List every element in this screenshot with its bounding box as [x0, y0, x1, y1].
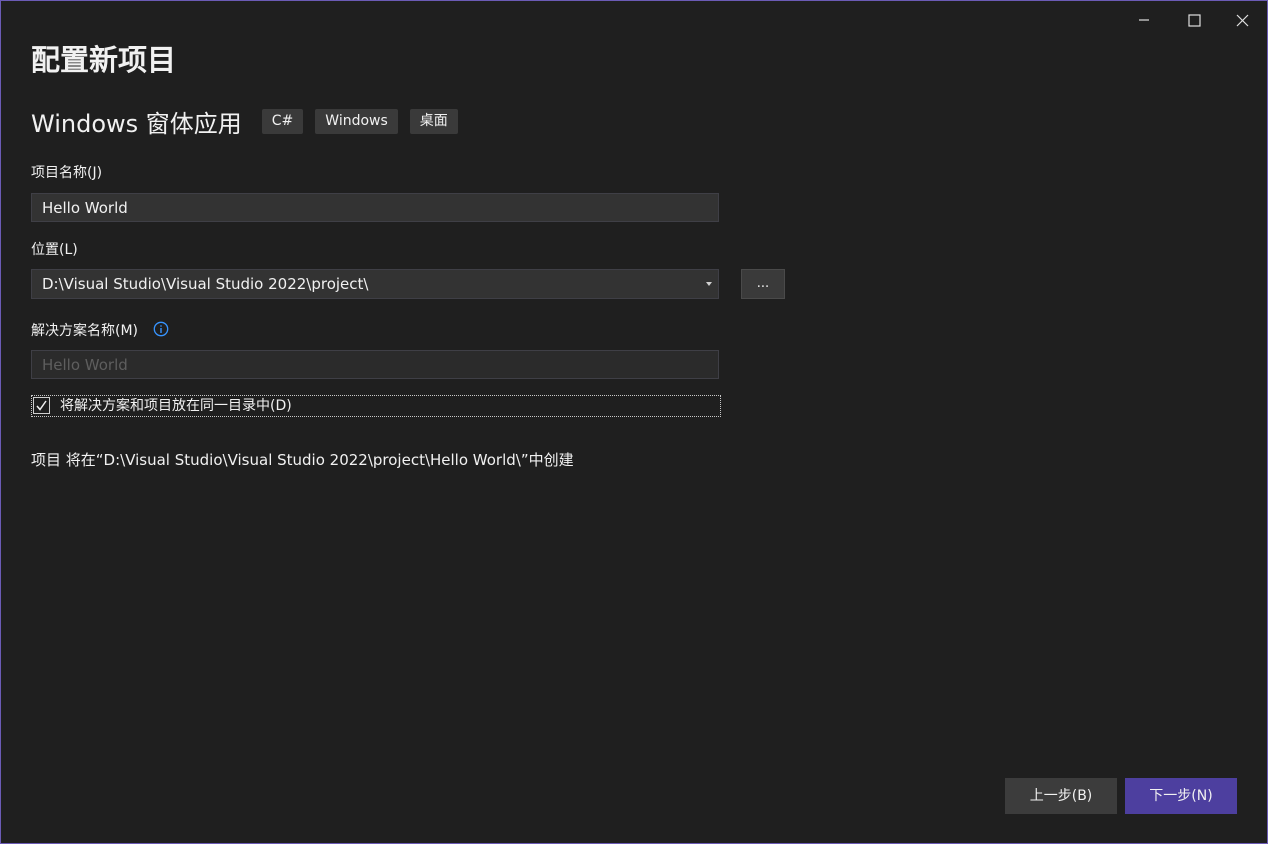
location-label: 位置(L) — [31, 242, 78, 258]
location-value: D:\Visual Studio\Visual Studio 2022\proj… — [42, 275, 369, 293]
checkmark-icon — [36, 400, 47, 411]
creation-path-summary: 项目 将在“D:\Visual Studio\Visual Studio 202… — [31, 451, 574, 469]
back-button[interactable]: 上一步(B) — [1005, 778, 1117, 814]
tag-language: C# — [261, 108, 304, 134]
info-icon[interactable] — [153, 321, 169, 337]
tag-platform: Windows — [315, 108, 398, 134]
project-name-input[interactable] — [31, 193, 719, 222]
maximize-button[interactable] — [1169, 1, 1219, 39]
maximize-icon — [1187, 13, 1201, 27]
next-button[interactable]: 下一步(N) — [1125, 778, 1237, 814]
browse-button[interactable]: ... — [741, 269, 785, 299]
minimize-button[interactable] — [1119, 1, 1169, 39]
same-directory-option[interactable]: 将解决方案和项目放在同一目录中(D) — [31, 395, 721, 417]
same-directory-label: 将解决方案和项目放在同一目录中(D) — [60, 398, 292, 414]
same-directory-checkbox[interactable] — [33, 397, 50, 414]
template-header: Windows 窗体应用 C# Windows 桌面 — [31, 105, 470, 138]
close-button[interactable] — [1217, 1, 1267, 39]
project-name-label: 项目名称(J) — [31, 165, 103, 181]
solution-name-input — [31, 350, 719, 379]
close-icon — [1236, 14, 1248, 26]
template-name: Windows 窗体应用 — [31, 109, 242, 138]
tag-project-type: 桌面 — [409, 108, 458, 134]
dropdown-arrow-icon[interactable] — [706, 282, 712, 286]
page-title: 配置新项目 — [31, 43, 177, 77]
minimize-icon — [1139, 19, 1149, 21]
location-combobox[interactable]: D:\Visual Studio\Visual Studio 2022\proj… — [31, 269, 719, 299]
configure-project-window: 配置新项目 Windows 窗体应用 C# Windows 桌面 项目名称(J)… — [0, 0, 1268, 844]
solution-name-label: 解决方案名称(M) — [31, 323, 139, 339]
